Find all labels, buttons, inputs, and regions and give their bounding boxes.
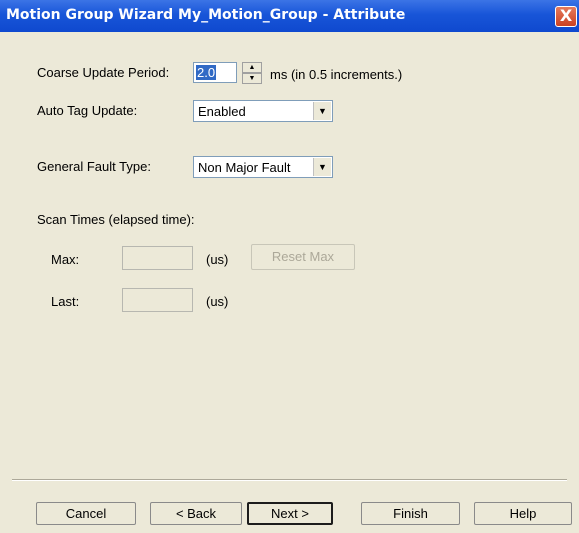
scan-last-field bbox=[122, 288, 193, 312]
scan-last-unit: (us) bbox=[206, 294, 229, 309]
spin-up-icon[interactable]: ▲ bbox=[242, 62, 262, 73]
footer-separator bbox=[12, 479, 567, 481]
scan-last-label: Last: bbox=[51, 294, 80, 309]
next-button[interactable]: Next > bbox=[247, 502, 333, 525]
auto-tag-update-label: Auto Tag Update: bbox=[37, 103, 138, 118]
help-button[interactable]: Help bbox=[474, 502, 572, 525]
coarse-update-value: 2.0 bbox=[196, 65, 217, 80]
back-button[interactable]: < Back bbox=[150, 502, 242, 525]
cancel-button[interactable]: Cancel bbox=[36, 502, 136, 525]
coarse-update-spinner[interactable]: ▲ ▼ bbox=[242, 62, 262, 84]
coarse-update-units: ms (in 0.5 increments.) bbox=[270, 67, 403, 82]
auto-tag-update-select[interactable]: Enabled ▼ bbox=[193, 100, 333, 122]
auto-tag-update-value: Enabled bbox=[198, 104, 246, 119]
dropdown-arrow-icon[interactable]: ▼ bbox=[313, 158, 331, 176]
close-icon: X bbox=[559, 6, 573, 25]
general-fault-type-label: General Fault Type: bbox=[37, 159, 151, 174]
title-bar: Motion Group Wizard My_Motion_Group - At… bbox=[0, 0, 579, 32]
spin-down-icon[interactable]: ▼ bbox=[242, 73, 262, 84]
reset-max-button[interactable]: Reset Max bbox=[251, 244, 355, 270]
scan-max-field bbox=[122, 246, 193, 270]
scan-max-label: Max: bbox=[51, 252, 80, 267]
close-button[interactable]: X bbox=[555, 6, 577, 27]
general-fault-type-select[interactable]: Non Major Fault ▼ bbox=[193, 156, 333, 178]
dropdown-arrow-icon[interactable]: ▼ bbox=[313, 102, 331, 120]
general-fault-type-value: Non Major Fault bbox=[198, 160, 291, 175]
coarse-update-label: Coarse Update Period: bbox=[37, 65, 170, 80]
scan-times-label: Scan Times (elapsed time): bbox=[37, 212, 195, 227]
wizard-dialog: Coarse Update Period: 2.0 ▲ ▼ ms (in 0.5… bbox=[0, 32, 579, 533]
finish-button[interactable]: Finish bbox=[361, 502, 460, 525]
scan-max-unit: (us) bbox=[206, 252, 229, 267]
window-title: Motion Group Wizard My_Motion_Group - At… bbox=[6, 7, 406, 23]
coarse-update-input[interactable]: 2.0 bbox=[193, 62, 237, 83]
